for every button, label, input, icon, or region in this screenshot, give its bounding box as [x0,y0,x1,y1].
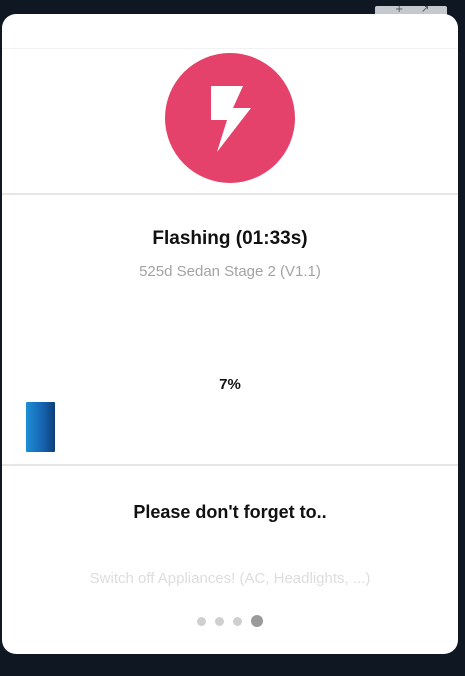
progress-percent: 7% [219,376,241,393]
progress-bar [26,402,434,452]
divider [2,193,458,195]
vehicle-tune-name: 525d Sedan Stage 2 (V1.1) [139,263,321,280]
lightning-bolt-icon [165,53,295,183]
pager-dot[interactable] [251,615,263,627]
reminder-title: Please don't forget to.. [133,502,327,522]
divider [2,464,458,466]
divider [2,48,458,49]
pager-dot[interactable] [215,616,224,626]
flashing-dialog: Flashing (01:33s) 525d Sedan Stage 2 (V1… [2,14,458,654]
pager-dot[interactable] [233,616,242,626]
progress-bar-fill [26,402,55,452]
flashing-status-title: Flashing (01:33s) [152,228,308,249]
reminder-tip: Switch off Appliances! (AC, Headlights, … [89,570,371,587]
pager-dots [2,615,458,627]
pager-dot[interactable] [197,616,206,626]
